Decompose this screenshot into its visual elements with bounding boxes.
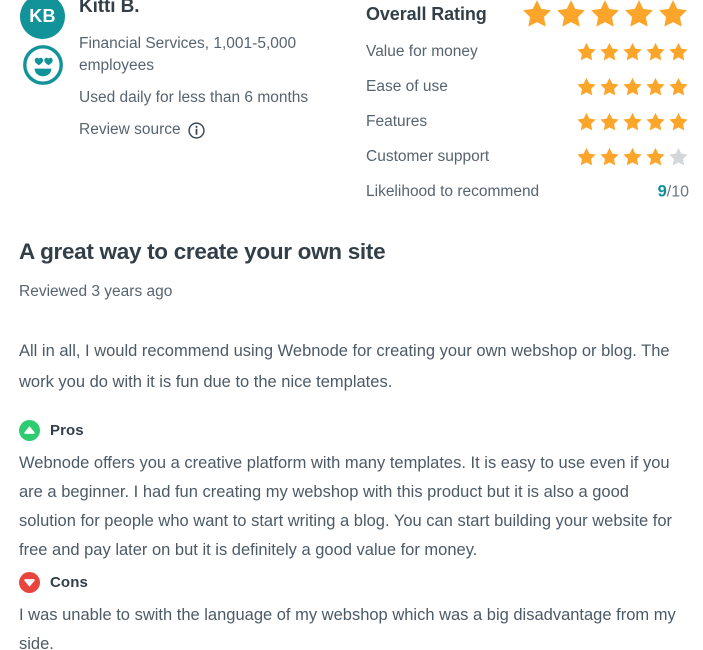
review-source-label: Review source [79,121,181,138]
recommend-score-value: 9 [657,182,667,200]
avatar-initials: KB [29,6,56,26]
ratings-block: Overall Rating Value for money Ease of us… [366,0,703,209]
rating-stars [576,41,689,62]
review-date: Reviewed 3 years ago [19,283,173,300]
review-source[interactable]: Review source [79,119,205,141]
recommend-score-max: 10 [671,183,689,200]
cons-text: I was unable to swith the language of my… [19,606,676,650]
overall-rating-label: Overall Rating [366,3,487,24]
pros-cons: Pros Webnode offers you a creative platf… [19,420,684,650]
overall-rating-stars [521,0,689,30]
review-summary: All in all, I would recommend using Webn… [19,342,670,391]
rating-label: Customer support [366,147,490,165]
rating-rows: Value for money Ease of use Features Custom… [366,34,703,174]
cons-label: Cons [50,574,88,591]
smiley-heart-eyes-icon [22,44,64,86]
review-header: KB Kitti B. Financial Services, 1,001-5,… [0,0,703,210]
pros-header: Pros [19,420,684,441]
rating-row-overall: Overall Rating [366,0,703,34]
rating-row: Customer support [366,139,703,174]
cons-header: Cons [19,572,684,593]
pros-text: Webnode offers you a creative platform w… [19,454,673,559]
recommend-label: Likelihood to recommend [366,182,540,200]
review-card: KB Kitti B. Financial Services, 1,001-5,… [0,0,703,650]
info-icon[interactable] [188,121,205,139]
rating-label: Value for money [366,42,478,60]
caret-down-circle-icon [19,572,40,593]
reviewer-details: Kitti B. Financial Services, 1,001-5,000… [79,0,354,141]
review-title: A great way to create your own site [19,239,386,264]
rating-stars [576,146,689,167]
reviewer-name: Kitti B. [79,0,140,17]
rating-row: Features [366,104,703,139]
avatar: KB [20,0,65,39]
rating-row: Ease of use [366,69,703,104]
review-body: A great way to create your own site Revi… [0,225,703,650]
rating-row: Value for money [366,34,703,69]
rating-label: Features [366,112,428,130]
reviewer-usage: Used daily for less than 6 months [79,89,309,106]
rating-row-recommend: Likelihood to recommend 9/10 [366,174,703,209]
reviewer-industry-size: Financial Services, 1,001-5,000 employee… [79,35,297,74]
rating-label: Ease of use [366,77,448,95]
recommend-score: 9/10 [658,182,689,201]
rating-stars [576,111,689,132]
pros-label: Pros [50,422,84,439]
rating-stars [576,76,689,97]
caret-up-circle-icon [19,420,40,441]
